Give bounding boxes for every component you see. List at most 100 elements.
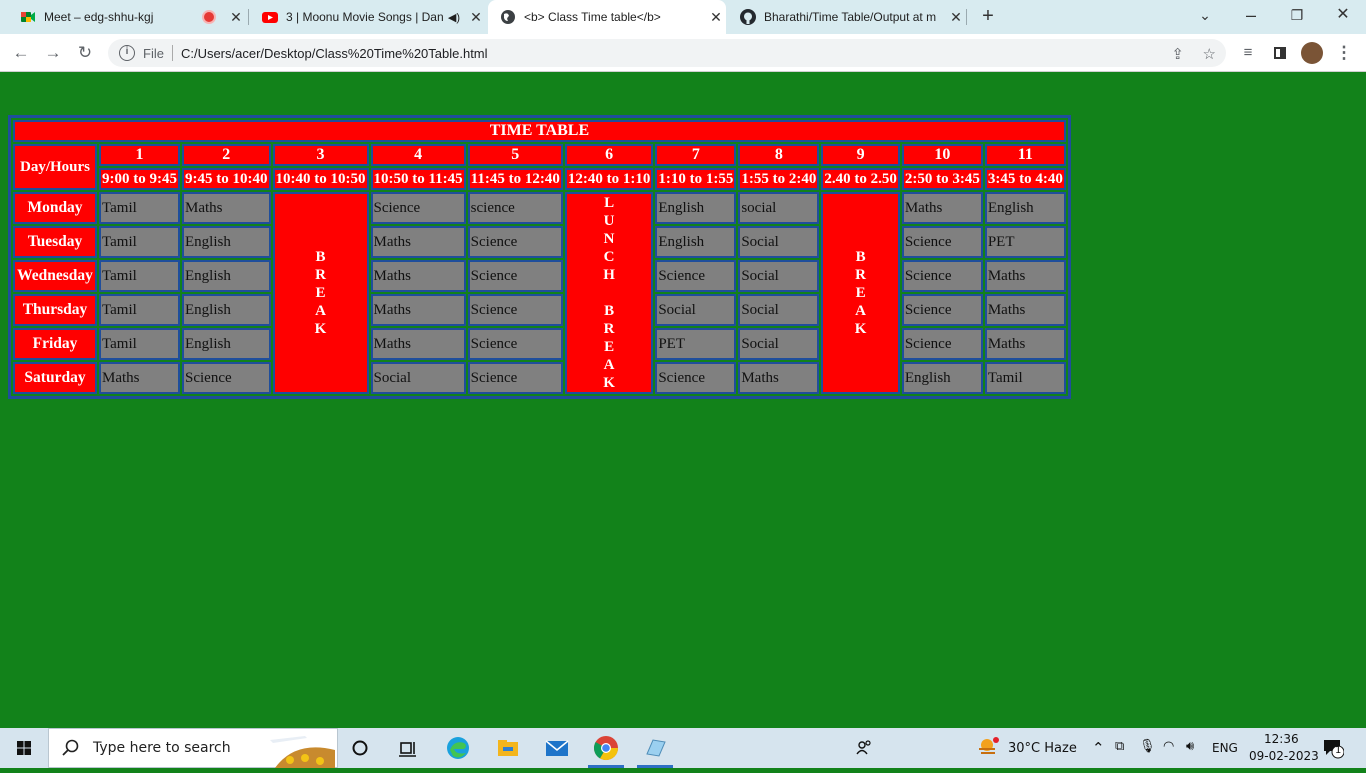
chrome-icon[interactable]: [592, 734, 620, 762]
tab-meet[interactable]: Meet – edg-shhu-kgj ✕: [8, 0, 246, 34]
url-text[interactable]: C:/Users/acer/Desktop/Class%20Time%20Tab…: [181, 46, 488, 61]
subject-cell: Social: [738, 226, 820, 258]
period-number: 11: [984, 144, 1066, 166]
lunch-letter: E: [604, 339, 615, 355]
tab-title: <b> Class Time table</b>: [524, 10, 661, 24]
period-time: 2:50 to 3:45: [901, 168, 983, 190]
subject-cell: Science: [901, 226, 983, 258]
timetable-title: TIME TABLE: [13, 120, 1066, 142]
back-arrow-icon[interactable]: ←: [9, 41, 33, 65]
microphone-icon[interactable]: 🎙︎: [1139, 739, 1156, 754]
subject-cell: English: [655, 226, 737, 258]
subject-cell: Tamil: [99, 192, 180, 224]
corner-header: Day/Hours: [13, 144, 97, 190]
tab-class-time-table[interactable]: <b> Class Time table</b> ✕: [488, 0, 726, 34]
period-number: 10: [901, 144, 983, 166]
subject-cell: Social: [738, 328, 820, 360]
subject-cell: Maths: [370, 260, 466, 292]
day-label: Thursday: [13, 294, 97, 326]
break-letter: E: [315, 285, 326, 301]
taskbar: Type here to search 30°C Haze ⌃ ⧉ 🎙︎ ◠ 🔊…: [0, 728, 1366, 768]
people-icon[interactable]: [850, 734, 878, 762]
lunch-break-cell: L U N C H B R E A K: [564, 192, 654, 394]
speaker-icon[interactable]: 🔊︎: [1186, 739, 1194, 754]
subject-cell: Science: [467, 260, 563, 292]
timetable: TIME TABLE Day/Hours 1 2 3 4 5 6 7 8 9 1…: [8, 115, 1071, 399]
subject-cell: Science: [901, 294, 983, 326]
mail-icon[interactable]: [543, 734, 571, 762]
forward-arrow-icon[interactable]: →: [41, 41, 65, 65]
notification-icon[interactable]: 1: [1322, 737, 1345, 759]
avatar[interactable]: [1300, 41, 1324, 65]
subject-cell: Maths: [99, 362, 180, 394]
subject-cell: Social: [370, 362, 466, 394]
share-icon[interactable]: ⇪: [1171, 45, 1184, 63]
windows-start-icon[interactable]: [0, 728, 48, 768]
lunch-letter: C: [603, 249, 615, 265]
clock-date[interactable]: 09-02-2023: [1249, 749, 1319, 763]
lunch-letter: K: [603, 375, 615, 391]
audio-playing-icon[interactable]: ◀): [448, 11, 460, 24]
search-highlight-illustration-icon: [270, 736, 335, 768]
menu-kebab-icon[interactable]: ⋮: [1332, 41, 1356, 65]
cortana-icon[interactable]: [346, 734, 374, 762]
subject-cell: English: [182, 260, 271, 292]
tab-github[interactable]: Bharathi/Time Table/Output at m ✕: [728, 0, 966, 34]
period-time: 10:50 to 11:45: [370, 168, 466, 190]
bookmark-star-icon[interactable]: ☆: [1203, 45, 1216, 63]
close-icon[interactable]: ✕: [946, 9, 966, 26]
side-panel-icon[interactable]: [1268, 41, 1292, 65]
chevron-up-icon[interactable]: ⌃: [1092, 739, 1105, 757]
close-window-button[interactable]: ✕: [1320, 0, 1366, 30]
taskbar-search-box[interactable]: Type here to search: [48, 728, 338, 768]
subject-cell: Science: [467, 294, 563, 326]
close-icon[interactable]: ✕: [226, 9, 246, 26]
subject-cell: Tamil: [99, 260, 180, 292]
tab-strip: Meet – edg-shhu-kgj ✕ 3 | Moonu Movie So…: [0, 0, 1366, 34]
period-number: 7: [655, 144, 737, 166]
close-icon[interactable]: ✕: [466, 9, 486, 26]
youtube-icon: [262, 12, 278, 23]
subject-cell: Science: [182, 362, 271, 394]
file-explorer-icon[interactable]: [494, 734, 522, 762]
scheme-label: File: [143, 45, 164, 61]
new-tab-button[interactable]: +: [976, 5, 1000, 29]
recording-icon: [202, 10, 216, 24]
subject-cell: Science: [370, 192, 466, 224]
short-break-cell: B R E A K: [821, 192, 900, 394]
weather-haze-icon[interactable]: [974, 734, 1002, 762]
weather-text[interactable]: 30°C Haze: [1008, 741, 1077, 756]
lunch-letter: L: [604, 195, 615, 211]
period-time: 2.40 to 2.50: [821, 168, 900, 190]
close-icon[interactable]: ✕: [706, 9, 726, 26]
table-row: Tuesday Tamil English Maths Science Engl…: [13, 226, 1066, 258]
clock-time[interactable]: 12:36: [1264, 732, 1299, 746]
language-indicator[interactable]: ENG: [1212, 741, 1238, 755]
period-time: 1:55 to 2:40: [738, 168, 820, 190]
address-bar[interactable]: i File C:/Users/acer/Desktop/Class%20Tim…: [108, 39, 1226, 67]
search-placeholder: Type here to search: [93, 740, 231, 756]
tab-youtube[interactable]: 3 | Moonu Movie Songs | Dan ◀) ✕: [250, 0, 486, 34]
notepad-icon[interactable]: [641, 734, 669, 762]
minimize-button[interactable]: –: [1228, 0, 1274, 30]
period-number: 5: [467, 144, 563, 166]
lunch-letter: U: [603, 213, 615, 229]
subject-cell: Science: [901, 260, 983, 292]
subject-cell: Science: [655, 362, 737, 394]
subject-cell: Science: [467, 328, 563, 360]
break-letter: R: [315, 267, 326, 283]
timetable-container: TIME TABLE Day/Hours 1 2 3 4 5 6 7 8 9 1…: [8, 115, 1071, 399]
short-break-cell: B R E A K: [272, 192, 369, 394]
task-view-icon[interactable]: [394, 734, 422, 762]
restore-button[interactable]: ❐: [1274, 0, 1320, 30]
table-row: Friday Tamil English Maths Science PET S…: [13, 328, 1066, 360]
reload-icon[interactable]: ↻: [73, 41, 97, 65]
wifi-icon[interactable]: ◠: [1163, 739, 1174, 754]
info-icon[interactable]: i: [119, 45, 135, 61]
edge-icon[interactable]: [444, 734, 472, 762]
meet-tray-icon[interactable]: ⧉: [1115, 739, 1124, 754]
lunch-letter: A: [603, 357, 615, 373]
subject-cell: Tamil: [99, 226, 180, 258]
media-queue-icon[interactable]: ≡: [1236, 41, 1260, 65]
tab-search-chevron-icon[interactable]: ⌄: [1182, 0, 1228, 30]
